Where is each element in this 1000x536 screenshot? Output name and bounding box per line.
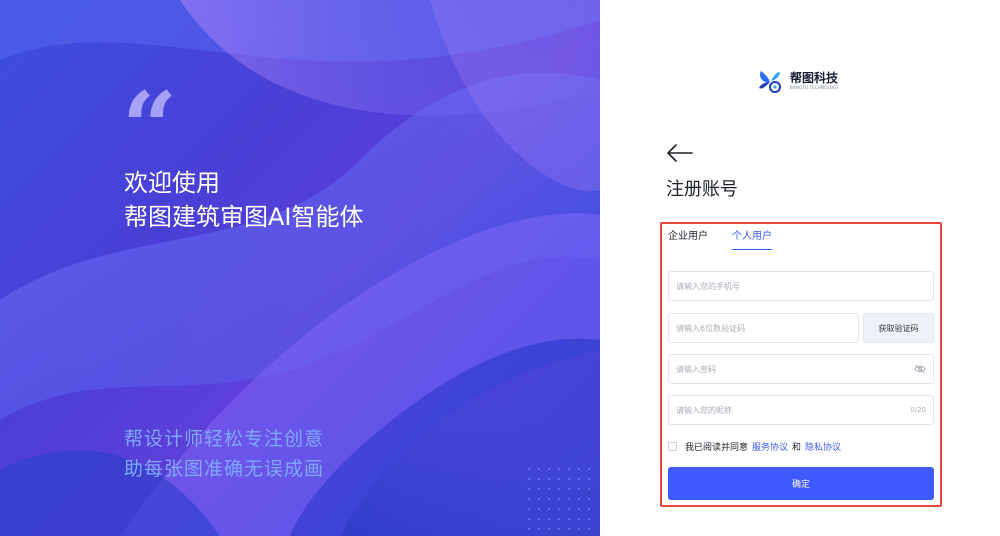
eye-closed-icon[interactable] <box>914 364 926 374</box>
agreement-row: 我已阅读并同意 服务协议 和 隐私协议 <box>668 440 845 453</box>
hero-title-line1: 欢迎使用 <box>124 169 220 197</box>
dot-grid-decoration <box>528 468 590 530</box>
hero-slogan-line1: 帮设计师轻松专注创意 <box>124 428 325 450</box>
hero-panel: “ 欢迎使用 帮图建筑审图AI智能体 帮设计师轻松专注创意 助每张图准确无误成画 <box>0 0 600 536</box>
hero-slogan-line2: 助每张图准确无误成画 <box>124 458 325 480</box>
butterfly-logo-icon <box>759 71 781 93</box>
confirm-button[interactable]: 确定 <box>668 467 934 500</box>
brand-subtitle: BANGTU TECHNOLOGY <box>790 85 839 90</box>
and-text: 和 <box>792 443 802 453</box>
brand: 帮图科技 BANGTU TECHNOLOGY <box>756 66 839 96</box>
agree-text: 我已阅读并同意 <box>685 443 749 453</box>
phone-field <box>668 271 934 301</box>
agree-checkbox[interactable] <box>668 442 677 451</box>
nickname-counter: 0/20 <box>910 406 926 414</box>
register-form: 企业用户 个人用户 获取验证码 0/20 我已阅读并同意 服务协议 和 <box>660 222 942 507</box>
verification-code-field <box>668 313 859 343</box>
get-code-button[interactable]: 获取验证码 <box>863 313 934 343</box>
hero-title-line2: 帮图建筑审图AI智能体 <box>124 203 364 231</box>
register-panel: 帮图科技 BANGTU TECHNOLOGY 注册账号 企业用户 个人用户 获取… <box>600 0 1000 536</box>
tab-personal-user[interactable]: 个人用户 <box>732 230 772 250</box>
nickname-field: 0/20 <box>668 395 934 425</box>
hero-title: 欢迎使用 帮图建筑审图AI智能体 <box>124 166 364 234</box>
hero-slogan: 帮设计师轻松专注创意 助每张图准确无误成画 <box>124 424 324 484</box>
quote-icon: “ <box>122 71 177 184</box>
verification-code-input[interactable] <box>676 323 851 333</box>
nickname-input[interactable] <box>676 405 911 415</box>
tab-enterprise-user[interactable]: 企业用户 <box>668 230 708 250</box>
arrow-left-icon[interactable] <box>666 143 694 163</box>
page-title: 注册账号 <box>666 179 738 200</box>
password-input[interactable] <box>676 364 914 374</box>
service-agreement-link[interactable]: 服务协议 <box>752 440 788 453</box>
privacy-agreement-link[interactable]: 隐私协议 <box>805 440 841 453</box>
user-type-tabs: 企业用户 个人用户 <box>668 230 796 250</box>
password-field <box>668 354 934 384</box>
phone-input[interactable] <box>676 281 926 291</box>
brand-text: 帮图科技 BANGTU TECHNOLOGY <box>790 71 839 91</box>
brand-name: 帮图科技 <box>790 71 839 85</box>
